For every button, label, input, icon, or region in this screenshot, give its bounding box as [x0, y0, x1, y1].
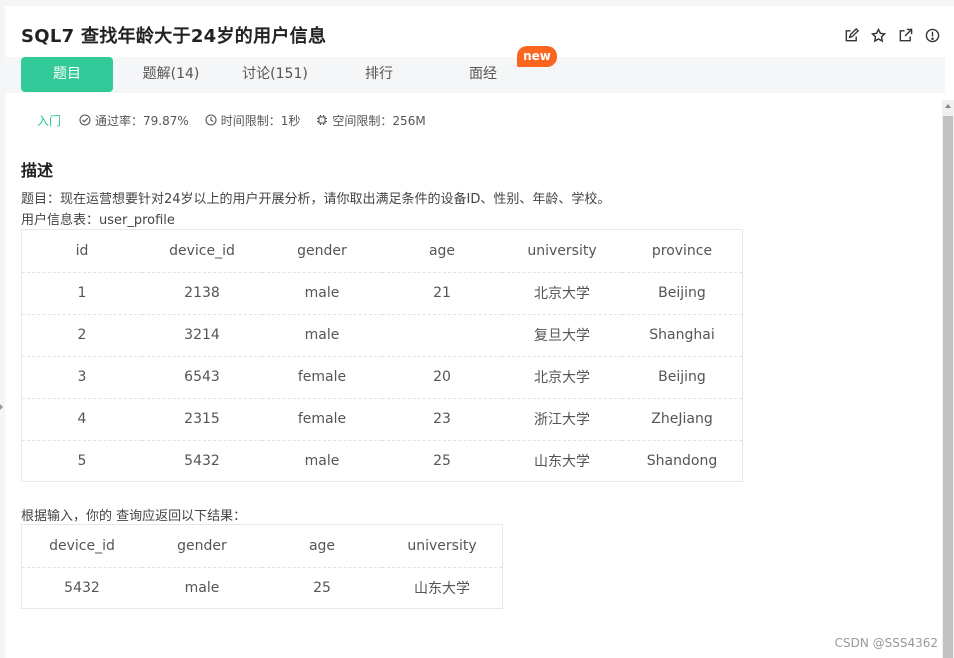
- table-cell: 2315: [142, 397, 262, 440]
- column-header: device_id: [49, 537, 115, 554]
- user-profile-table: id device_id gender age university provi…: [22, 230, 742, 482]
- table-cell: female: [262, 355, 382, 398]
- table-cell: 浙江大学: [502, 397, 622, 440]
- tab-solutions[interactable]: 题解(14): [121, 57, 221, 92]
- scroll-up-icon[interactable]: [945, 104, 951, 108]
- vertical-scrollbar[interactable]: [942, 100, 954, 658]
- problem-panel: SQL7 查找年龄大于24岁的用户信息 题目 题解(14) 讨论(151) 排行…: [5, 6, 954, 658]
- table-cell: male: [262, 439, 382, 482]
- clock-icon: [205, 114, 217, 126]
- collapse-handle-icon[interactable]: [0, 404, 3, 410]
- user-profile-table-wrapper: id device_id gender age university provi…: [21, 229, 743, 482]
- scrollbar-thumb[interactable]: [943, 116, 953, 658]
- title-actions: [842, 26, 942, 45]
- table-header-row: id device_id gender age university provi…: [22, 230, 742, 272]
- result-intro-text: 根据输入，你的 查询应返回以下结果：: [21, 509, 247, 524]
- table-cell: 复旦大学: [502, 313, 622, 356]
- column-header: age: [428, 242, 456, 259]
- chip-icon: [317, 115, 328, 125]
- column-header: device_id: [169, 242, 235, 259]
- pass-rate-text: 通过率：79.87%: [95, 113, 189, 128]
- table-cell: 2: [22, 313, 142, 356]
- table-row: 3 6543 female 20 北京大学 Beijing: [22, 355, 742, 398]
- table-cell: male: [262, 271, 382, 314]
- space-limit-text: 空间限制：256M: [332, 113, 426, 128]
- column-header: province: [651, 242, 713, 259]
- time-limit: 时间限制：1秒: [205, 112, 301, 129]
- table-cell: 20: [382, 355, 502, 398]
- table-cell: Beijing: [622, 271, 742, 314]
- table-cell: 25: [382, 439, 502, 482]
- table-row: 4 2315 female 23 浙江大学 ZheJiang: [22, 397, 742, 440]
- report-icon[interactable]: [923, 26, 942, 45]
- title-row: SQL7 查找年龄大于24岁的用户信息: [5, 6, 954, 60]
- column-header: university: [527, 242, 597, 259]
- table-cell: 5432: [22, 566, 142, 609]
- table-cell: 北京大学: [502, 271, 622, 314]
- column-header: gender: [177, 537, 227, 554]
- description-heading: 描述: [21, 161, 54, 180]
- watermark: CSDN @SSS4362: [834, 636, 938, 650]
- problem-meta: 入门 通过率：79.87% 时间限制：1秒 空间限制：256M: [37, 112, 442, 128]
- description-text: 题目：现在运营想要针对24岁以上的用户开展分析，请你取出满足条件的设备ID、性别…: [21, 192, 611, 207]
- table-cell: 4: [22, 397, 142, 440]
- time-limit-text: 时间限制：1秒: [220, 113, 301, 128]
- table-cell: 25: [262, 566, 382, 609]
- table-cell: 6543: [142, 355, 262, 398]
- table-cell: 21: [382, 271, 502, 314]
- column-header: university: [407, 537, 477, 554]
- table-header-row: device_id gender age university: [22, 525, 502, 567]
- result-table-wrapper: device_id gender age university 5432 mal…: [21, 524, 503, 609]
- table-cell: male: [142, 566, 262, 609]
- column-header: age: [308, 537, 336, 554]
- tab-problem[interactable]: 题目: [21, 57, 113, 92]
- table-cell: 3214: [142, 313, 262, 356]
- table-cell: 1: [22, 271, 142, 314]
- table-cell: 5432: [142, 439, 262, 482]
- table-cell: ZheJiang: [622, 397, 742, 440]
- table-cell: 北京大学: [502, 355, 622, 398]
- column-header: id: [75, 242, 89, 259]
- table-row: 2 3214 male 复旦大学 Shanghai: [22, 313, 742, 356]
- star-icon[interactable]: [869, 26, 888, 45]
- table-cell: female: [262, 397, 382, 440]
- table-row: 5432 male 25 山东大学: [22, 566, 502, 609]
- pass-rate: 通过率：79.87%: [79, 112, 189, 129]
- table-cell: 23: [382, 397, 502, 440]
- table-cell: 2138: [142, 271, 262, 314]
- table-cell: 山东大学: [502, 439, 622, 482]
- table-row: 1 2138 male 21 北京大学 Beijing: [22, 271, 742, 314]
- new-badge: new: [517, 46, 557, 67]
- table-row: 5 5432 male 25 山东大学 Shandong: [22, 439, 742, 482]
- tab-ranking[interactable]: 排行: [329, 57, 429, 92]
- table-name-text: 用户信息表：user_profile: [21, 213, 175, 228]
- table-cell: [382, 313, 502, 356]
- tab-discussion[interactable]: 讨论(151): [225, 57, 325, 92]
- table-cell: Shanghai: [622, 313, 742, 356]
- table-cell: Beijing: [622, 355, 742, 398]
- table-cell: male: [262, 313, 382, 356]
- table-cell: 3: [22, 355, 142, 398]
- share-icon[interactable]: [896, 26, 915, 45]
- result-table: device_id gender age university 5432 mal…: [22, 525, 502, 609]
- tab-bar: 题目 题解(14) 讨论(151) 排行 面经: [5, 57, 945, 93]
- column-header: gender: [297, 242, 347, 259]
- edit-icon[interactable]: [842, 26, 861, 45]
- difficulty-badge: 入门: [37, 113, 62, 128]
- check-circle-icon: [79, 114, 91, 126]
- table-cell: 山东大学: [382, 566, 502, 609]
- space-limit: 空间限制：256M: [316, 112, 426, 129]
- table-cell: 5: [22, 439, 142, 482]
- problem-title: SQL7 查找年龄大于24岁的用户信息: [21, 26, 327, 47]
- table-cell: Shandong: [622, 439, 742, 482]
